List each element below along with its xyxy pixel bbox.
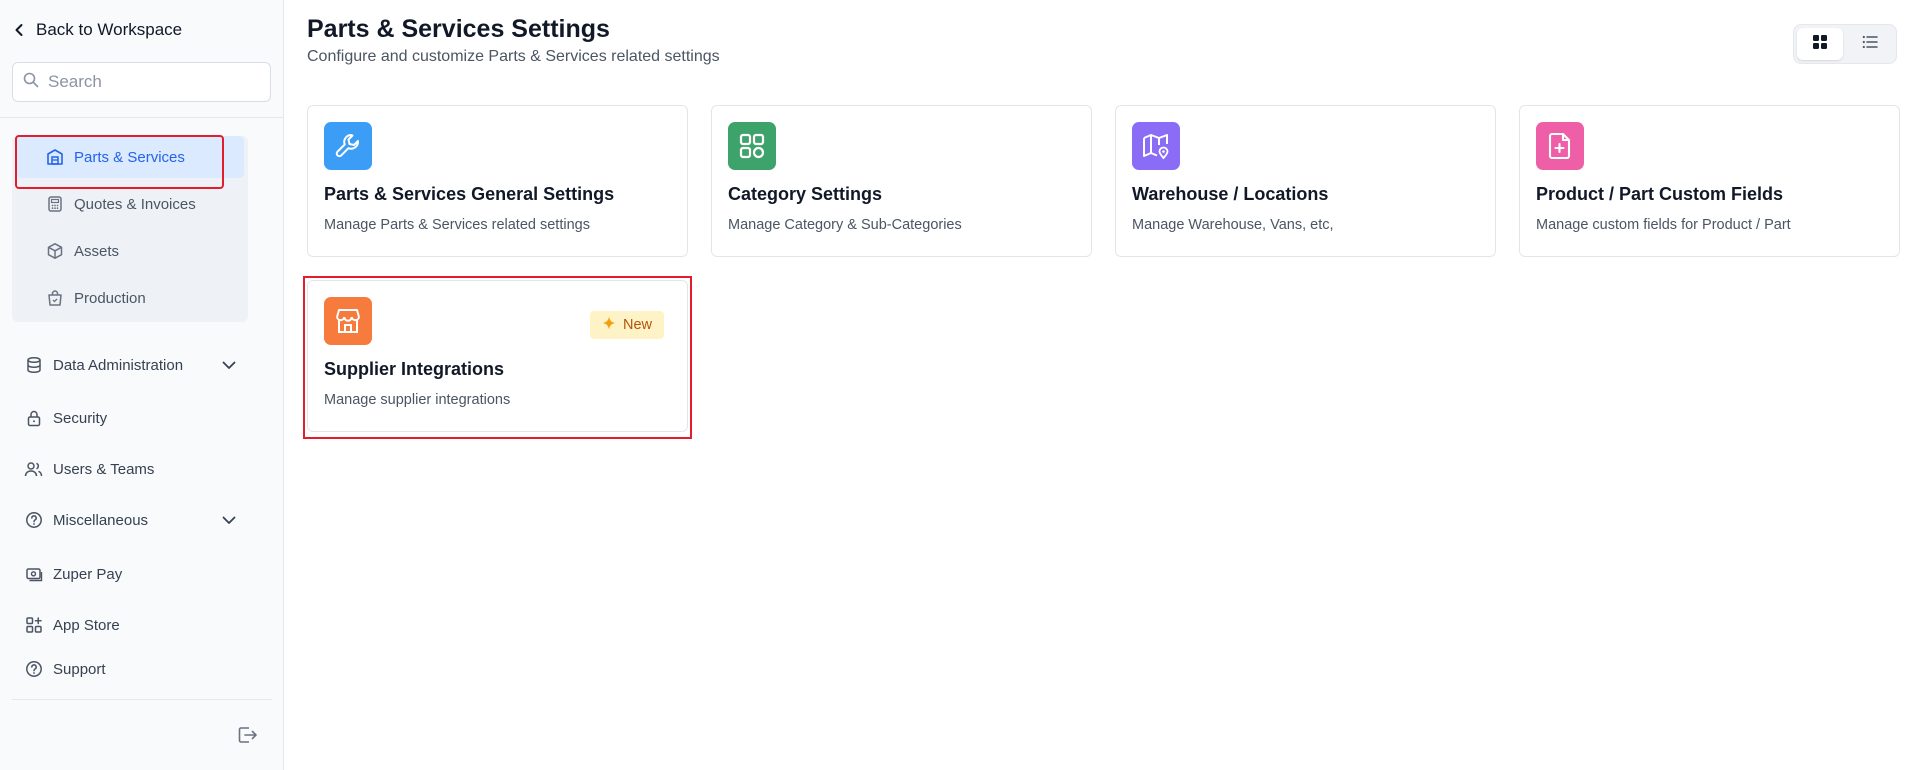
sidebar-item-label: App Store (53, 616, 120, 634)
calculator-icon (46, 195, 64, 213)
back-to-workspace-link[interactable]: Back to Workspace (14, 17, 182, 43)
category-grid-icon (728, 122, 776, 170)
card-title: Category Settings (728, 184, 883, 204)
chevron-left-icon (14, 23, 26, 37)
highlight-box (15, 135, 224, 189)
main-content: Parts & Services Settings Configure and … (285, 0, 1918, 770)
sidebar-item-zuper-pay[interactable]: Zuper Pay (12, 557, 248, 591)
sidebar: Back to Workspace Parts & Services Quote… (0, 0, 284, 770)
lock-icon (24, 409, 43, 428)
map-pin-icon (1132, 122, 1180, 170)
sidebar-item-label: Users & Teams (53, 460, 155, 478)
sidebar-item-miscellaneous[interactable]: Miscellaneous (12, 503, 248, 537)
sidebar-item-app-store[interactable]: App Store (12, 608, 248, 642)
sidebar-item-production[interactable]: Production (16, 277, 244, 319)
card-description: Manage custom fields for Product / Part (1536, 217, 1791, 233)
search-box[interactable] (12, 62, 271, 102)
sidebar-item-label: Zuper Pay (53, 565, 123, 583)
payment-icon (24, 565, 43, 584)
sidebar-item-support[interactable]: Support (12, 652, 248, 686)
sidebar-item-data-administration[interactable]: Data Administration (12, 348, 248, 382)
apps-grid-icon (24, 616, 43, 635)
back-to-workspace-label: Back to Workspace (36, 20, 183, 39)
card-description: Manage Warehouse, Vans, etc, (1132, 217, 1334, 233)
card-title: Parts & Services General Settings (324, 184, 615, 204)
list-view-icon (1862, 35, 1878, 54)
sidebar-item-label: Data Administration (53, 356, 184, 374)
settings-card-category[interactable]: Category Settings Manage Category & Sub-… (711, 105, 1092, 257)
sidebar-item-quotes-invoices[interactable]: Quotes & Invoices (16, 183, 244, 225)
grid-view-button[interactable] (1797, 28, 1843, 60)
sidebar-item-label: Quotes & Invoices (74, 195, 196, 213)
settings-card-general[interactable]: Parts & Services General Settings Manage… (307, 105, 688, 257)
file-plus-icon (1536, 122, 1584, 170)
sidebar-item-label: Support (53, 660, 106, 678)
sidebar-divider (0, 117, 284, 118)
card-description: Manage Parts & Services related settings (324, 217, 590, 233)
question-circle-icon (24, 660, 43, 679)
chevron-down-icon[interactable] (220, 356, 238, 374)
card-description: Manage Category & Sub-Categories (728, 217, 962, 233)
wrench-icon (324, 122, 372, 170)
card-title: Warehouse / Locations (1132, 184, 1329, 204)
sidebar-item-security[interactable]: Security (12, 401, 248, 435)
sidebar-item-label: Miscellaneous (53, 511, 149, 529)
sidebar-item-assets[interactable]: Assets (16, 230, 244, 272)
page-subtitle: Configure and customize Parts & Services… (307, 48, 720, 65)
view-toggle (1793, 24, 1897, 64)
cube-icon (46, 242, 64, 260)
logout-icon (237, 725, 259, 750)
settings-card-custom-fields[interactable]: Product / Part Custom Fields Manage cust… (1519, 105, 1900, 257)
search-input[interactable] (48, 72, 248, 92)
settings-card-warehouse[interactable]: Warehouse / Locations Manage Warehouse, … (1115, 105, 1496, 257)
users-icon (24, 460, 43, 479)
grid-view-icon (1812, 34, 1828, 55)
sidebar-item-label: Production (74, 289, 146, 307)
sidebar-item-label: Assets (74, 242, 120, 260)
shopping-bag-icon (46, 289, 64, 307)
chevron-down-icon[interactable] (220, 511, 238, 529)
sidebar-divider (12, 699, 272, 700)
search-icon (23, 72, 39, 93)
card-title: Product / Part Custom Fields (1536, 184, 1784, 204)
list-view-button[interactable] (1847, 28, 1893, 60)
sidebar-item-users-teams[interactable]: Users & Teams (12, 452, 248, 486)
sidebar-item-label: Security (53, 409, 108, 427)
database-icon (24, 356, 43, 375)
help-circle-icon (24, 511, 43, 530)
logout-button[interactable] (236, 726, 260, 748)
highlight-box (303, 276, 692, 439)
page-title: Parts & Services Settings (307, 15, 610, 43)
